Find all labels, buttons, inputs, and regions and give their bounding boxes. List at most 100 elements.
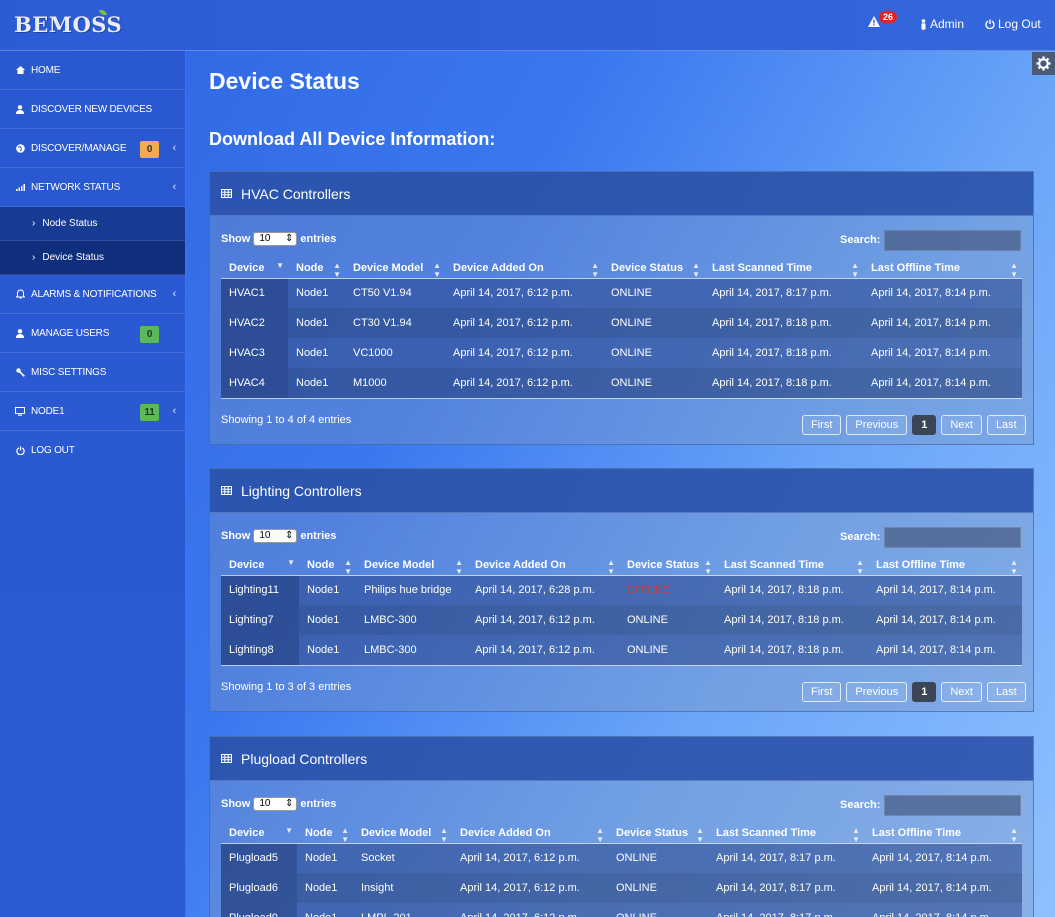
col-header[interactable]: Device Status ▲ ▼	[619, 555, 716, 576]
download-all-link[interactable]: Download All Device Information:	[209, 129, 495, 150]
col-header[interactable]: Last Offline Time ▲ ▼	[863, 258, 1022, 279]
power-icon	[985, 19, 995, 29]
wrench-icon	[15, 367, 25, 377]
previous-page-button[interactable]: Previous	[846, 415, 908, 435]
sort-icon: ▲ ▼	[440, 826, 448, 844]
col-header[interactable]: Node ▲ ▼	[297, 823, 353, 844]
table-row[interactable]: Lighting7 Node1 LMBC-300 April 14, 2017, 6:…	[221, 605, 1022, 635]
show-entries: Show 10 entries	[221, 797, 336, 811]
user-icon	[15, 104, 25, 114]
table-row[interactable]: HVAC4 Node1 M1000 April 14, 2017, 6:12 p.m.…	[221, 368, 1022, 399]
next-page-button[interactable]: Next	[941, 682, 982, 702]
table-row[interactable]: Plugload6 Node1 Insight April 14, 2017, 6:1…	[221, 873, 1022, 903]
last-page-button[interactable]: Last	[986, 415, 1026, 435]
sort-icon: ▲ ▼	[1010, 826, 1018, 844]
page-size-select[interactable]: 10	[253, 529, 298, 543]
sidebar-item-discover-manage[interactable]: DISCOVER/MANAGE 0 ‹	[0, 129, 185, 168]
chevron-left-icon: ‹	[172, 181, 177, 193]
col-header[interactable]: Device Added On ▲ ▼	[445, 258, 603, 279]
bemoss-logo[interactable]: BEMOSS	[14, 8, 122, 37]
col-header[interactable]: Last Offline Time ▲ ▼	[864, 823, 1022, 844]
sidebar-subitem-device-status[interactable]: › Device Status	[0, 241, 185, 275]
table-icon	[221, 486, 232, 495]
sort-icon: ▲ ▼	[333, 261, 341, 279]
table-header-row: Device ▼ Node ▲ ▼ Device Model ▲ ▼ Device Add…	[221, 555, 1022, 576]
offline-status: OFFLINE	[619, 575, 716, 605]
manage-users-badge: 0	[140, 326, 159, 343]
previous-page-button[interactable]: Previous	[846, 682, 908, 702]
col-header[interactable]: Device ▼	[221, 823, 297, 844]
sort-desc-icon: ▼	[285, 826, 293, 835]
next-page-button[interactable]: Next	[941, 415, 982, 435]
table-row[interactable]: Lighting11 Node1 Philips hue bridge April 1…	[221, 575, 1022, 605]
col-header[interactable]: Node ▲ ▼	[288, 258, 345, 279]
plugload-table: Device ▼ Node ▲ ▼ Device Model ▲ ▼ Device Add…	[221, 823, 1022, 917]
page-size-select[interactable]: 10	[253, 232, 298, 246]
table-row[interactable]: HVAC1 Node1 CT50 V1.94 April 14, 2017, 6:12…	[221, 278, 1022, 308]
lighting-search-input[interactable]	[884, 527, 1021, 548]
table-row[interactable]: Plugload9Node1LMPL-201April 14, 2017, 6:…	[221, 903, 1022, 917]
sort-icon: ▲ ▼	[852, 826, 860, 844]
col-header[interactable]: Device ▼	[221, 555, 299, 576]
sidebar-item-network-status[interactable]: NETWORK STATUS ‹	[0, 168, 185, 207]
sidebar-item-misc-settings[interactable]: MISC SETTINGS	[0, 353, 185, 392]
col-header[interactable]: Device Status ▲ ▼	[603, 258, 704, 279]
col-header[interactable]: Device Model ▲ ▼	[345, 258, 445, 279]
hvac-search-input[interactable]	[884, 230, 1021, 251]
current-page-button[interactable]: 1	[912, 415, 937, 435]
table-row[interactable]: HVAC3 Node1 VC1000 April 14, 2017, 6:12 p.m…	[221, 338, 1022, 368]
sort-icon: ▲ ▼	[1010, 261, 1018, 279]
col-header[interactable]: Last Scanned Time ▲ ▼	[708, 823, 864, 844]
col-header[interactable]: Device ▼	[221, 258, 288, 279]
hvac-table: Device ▼ Node ▲ ▼ Device Model ▲ ▼ Device Add…	[221, 258, 1022, 399]
table-row[interactable]: Plugload5 Node1 Socket April 14, 2017, 6:12…	[221, 843, 1022, 873]
sort-icon: ▲ ▼	[696, 826, 704, 844]
logout-link[interactable]: Log Out	[985, 17, 1041, 31]
show-entries: Show 10 entries	[221, 529, 336, 543]
sidebar-item-manage-users[interactable]: MANAGE USERS 0	[0, 314, 185, 353]
current-page-button[interactable]: 1	[912, 682, 937, 702]
col-header[interactable]: Last Offline Time ▲ ▼	[868, 555, 1022, 576]
sidebar-item-log-out[interactable]: LOG OUT	[0, 431, 185, 470]
table-info: Showing 1 to 3 of 3 entries	[221, 681, 352, 693]
hvac-controls: Show 10 entries Search:	[210, 216, 1033, 251]
lighting-panel: Lighting Controllers Show 10 entries Sea…	[209, 468, 1034, 712]
first-page-button[interactable]: First	[802, 682, 842, 702]
table-header-row: Device ▼ Node ▲ ▼ Device Model ▲ ▼ Device Add…	[221, 258, 1022, 279]
col-header[interactable]: Device Status ▲ ▼	[608, 823, 708, 844]
sort-icon: ▲ ▼	[607, 558, 615, 576]
first-page-button[interactable]: First	[802, 415, 842, 435]
sidebar-subitem-node-status[interactable]: › Node Status	[0, 207, 185, 241]
sort-icon: ▲ ▼	[455, 558, 463, 576]
col-header[interactable]: Node ▲ ▼	[299, 555, 356, 576]
table-row[interactable]: Lighting8 Node1 LMBC-300 April 14, 2017, 6:…	[221, 635, 1022, 666]
chevron-right-icon: ›	[32, 252, 36, 263]
alerts-button[interactable]: 26	[868, 11, 902, 36]
search-label: Search:	[840, 799, 881, 811]
sidebar-item-discover-new-devices[interactable]: DISCOVER NEW DEVICES	[0, 90, 185, 129]
sidebar-item-alarms-notifications[interactable]: ALARMS & NOTIFICATIONS ‹	[0, 275, 185, 314]
col-header[interactable]: Device Added On ▲ ▼	[467, 555, 619, 576]
plugload-panel-header: Plugload Controllers	[210, 737, 1033, 781]
page-size-select[interactable]: 10	[253, 797, 298, 811]
pagination: First Previous 1 Next Last	[802, 415, 1026, 435]
settings-gear-button[interactable]	[1032, 52, 1055, 75]
sidebar-item-home[interactable]: HOME	[0, 51, 185, 90]
col-header[interactable]: Device Model ▲ ▼	[353, 823, 452, 844]
hvac-panel: HVAC Controllers Show 10 entries Search:…	[209, 171, 1034, 445]
col-header[interactable]: Last Scanned Time ▲ ▼	[716, 555, 868, 576]
lighting-panel-header: Lighting Controllers	[210, 469, 1033, 513]
last-page-button[interactable]: Last	[986, 682, 1026, 702]
plugload-search-input[interactable]	[884, 795, 1021, 816]
col-header[interactable]: Last Scanned Time ▲ ▼	[704, 258, 863, 279]
chevron-left-icon: ‹	[172, 405, 177, 417]
gear-icon	[1036, 56, 1051, 71]
sidebar-item-node1[interactable]: NODE1 11 ‹	[0, 392, 185, 431]
admin-link[interactable]: Admin	[920, 17, 964, 31]
page-title: Device Status	[209, 68, 360, 94]
table-row[interactable]: HVAC2 Node1 CT30 V1.94 April 14, 2017, 6:12…	[221, 308, 1022, 338]
hvac-panel-header: HVAC Controllers	[210, 172, 1033, 216]
col-header[interactable]: Device Model ▲ ▼	[356, 555, 467, 576]
col-header[interactable]: Device Added On ▲ ▼	[452, 823, 608, 844]
discover-manage-badge: 0	[140, 141, 159, 158]
